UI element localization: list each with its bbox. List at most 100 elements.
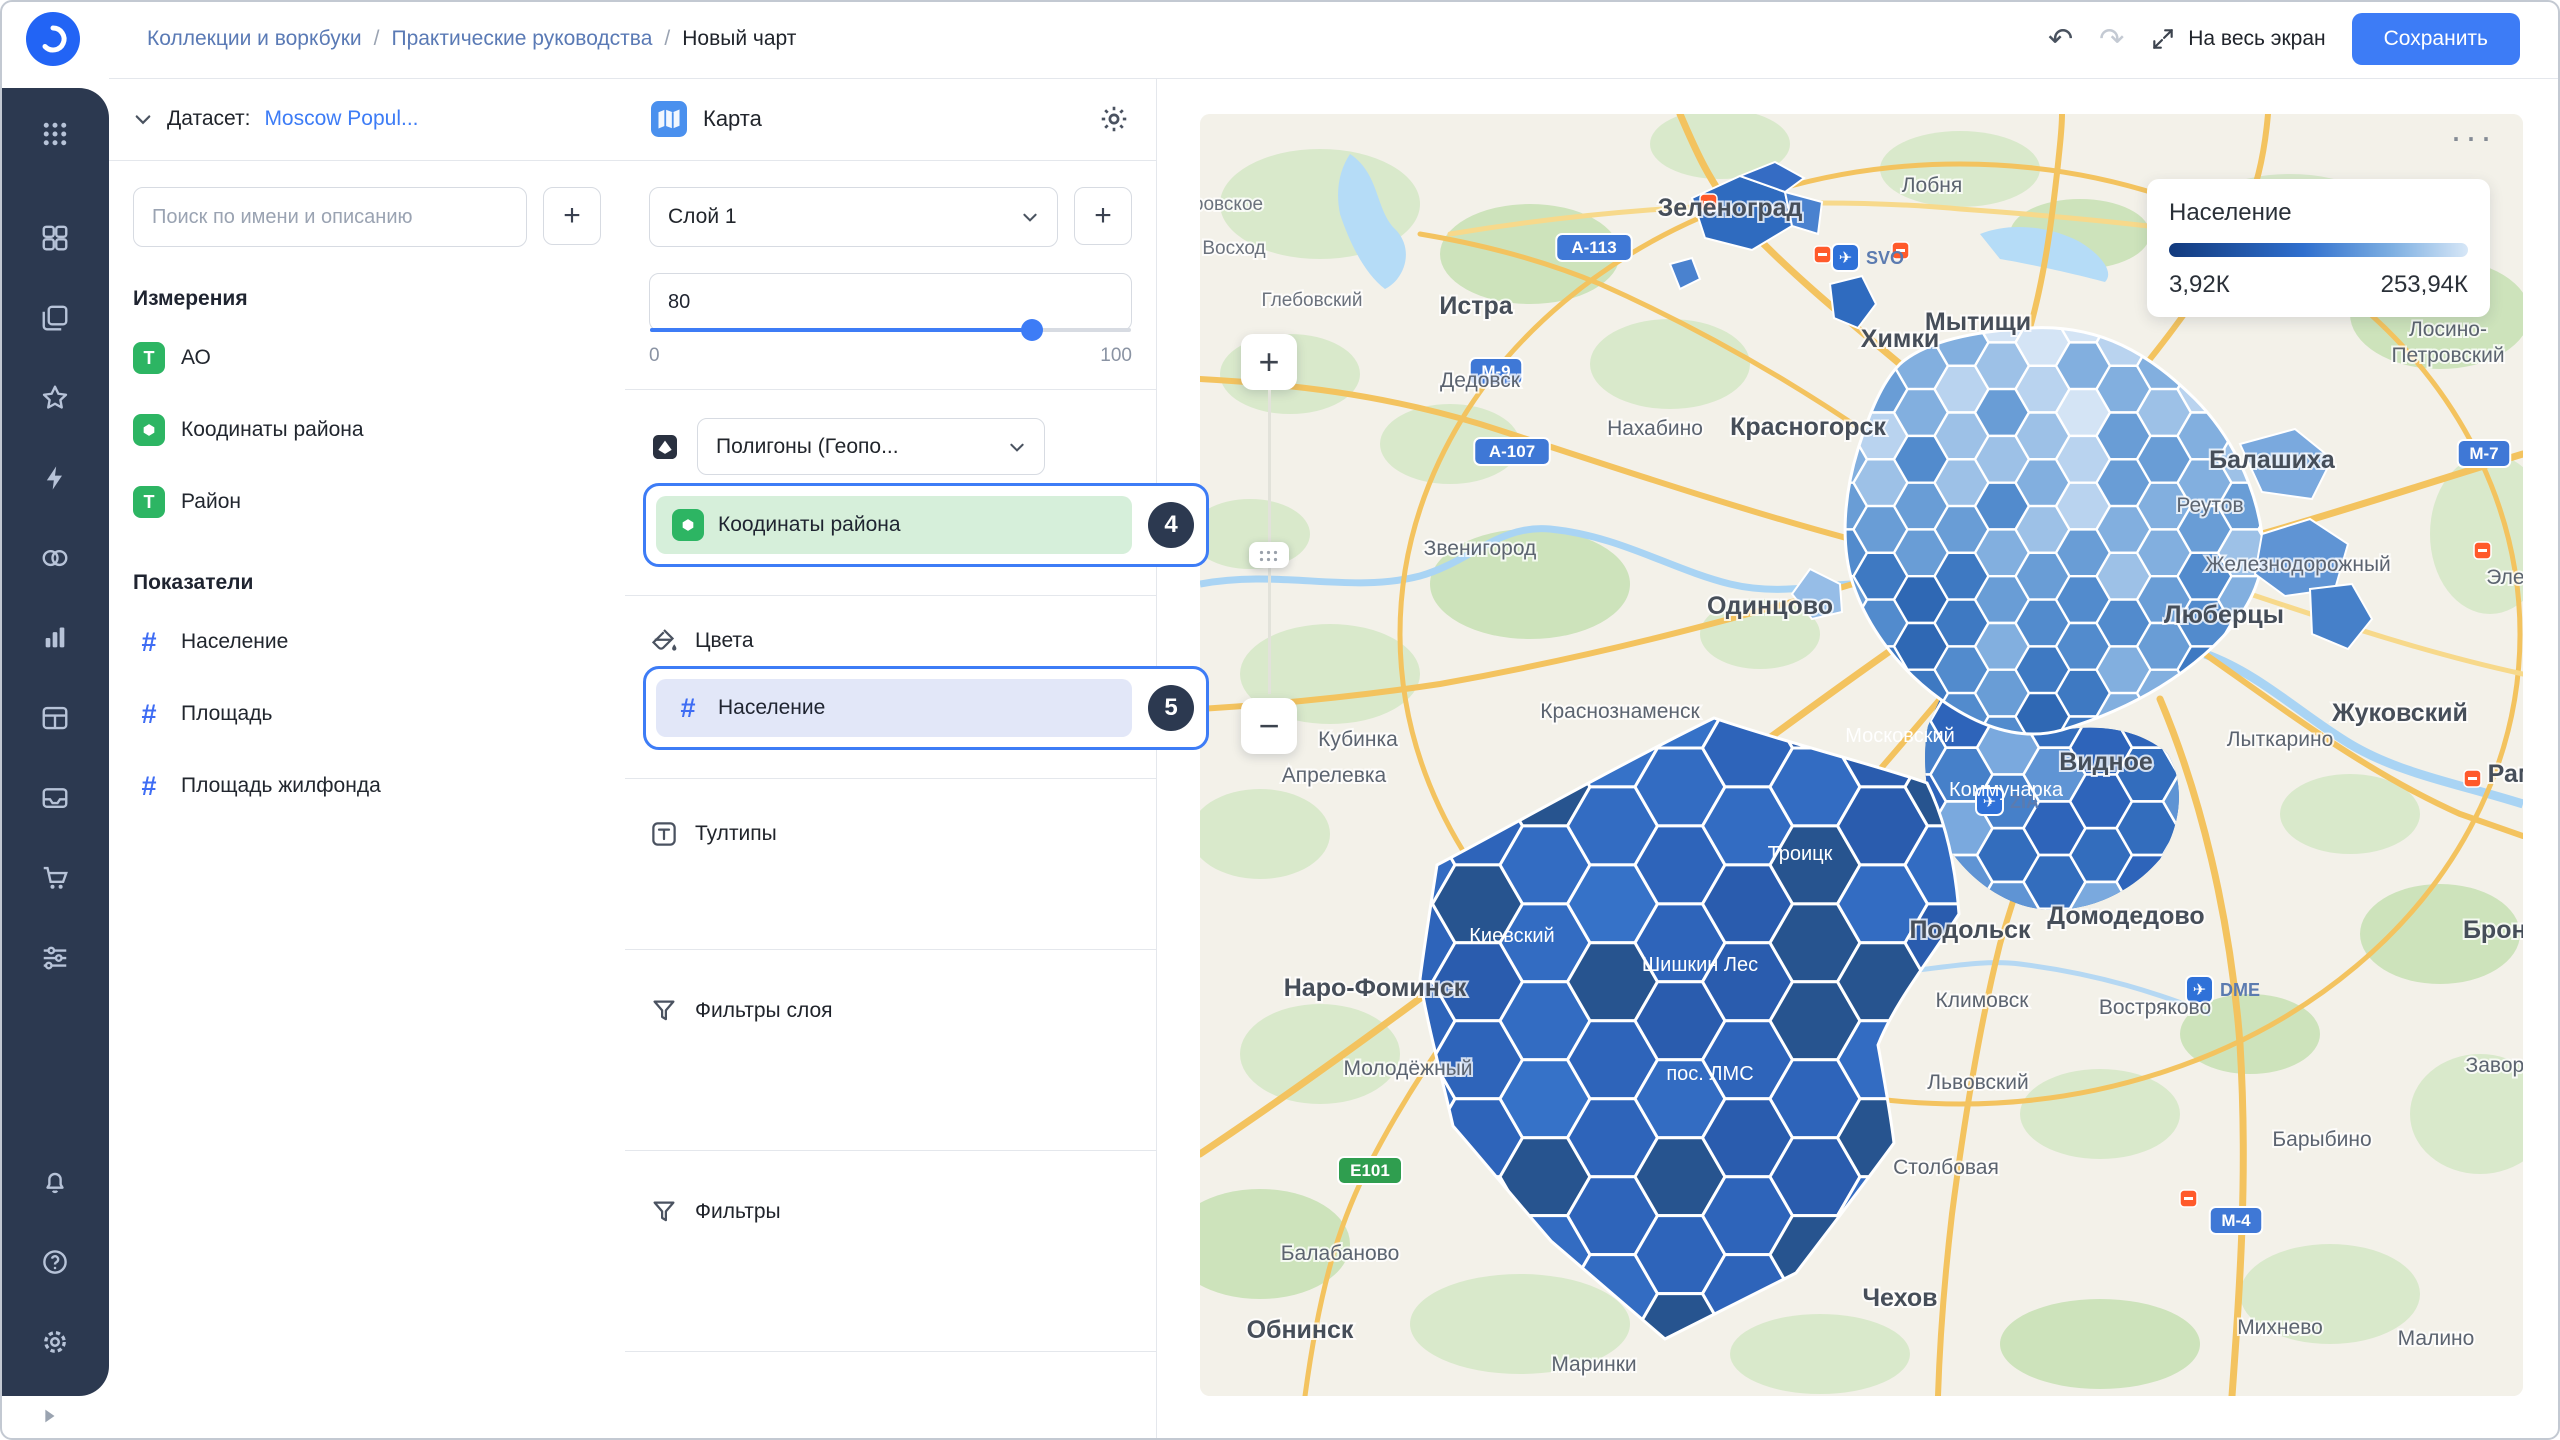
map-label: Бронни — [2463, 916, 2523, 944]
dataset-name-link[interactable]: Moscow Popul... — [264, 107, 418, 131]
notifications-bell-icon[interactable] — [27, 1154, 83, 1210]
colors-section-label: Цвета — [695, 629, 754, 653]
measure-hash-icon: # — [133, 627, 165, 658]
map-label: Люберцы — [2164, 601, 2284, 629]
opacity-slider-handle[interactable] — [1021, 319, 1043, 341]
filters-section-label: Фильтры — [695, 1200, 781, 1224]
add-layer-button[interactable]: + — [1074, 187, 1132, 245]
legend-max: 253,94К — [2381, 271, 2468, 299]
text-field-icon: Т — [133, 486, 165, 518]
connections-icon[interactable] — [27, 770, 83, 826]
map-label: Видное — [2059, 748, 2153, 776]
map-label: Востряково — [2099, 996, 2211, 1019]
breadcrumb-workbook[interactable]: Практические руководства — [391, 27, 652, 51]
geopolygon-field-icon — [133, 414, 165, 446]
services-icon[interactable] — [27, 530, 83, 586]
chevron-down-icon[interactable] — [133, 109, 153, 129]
geopolygon-field-highlight: Коодинаты района 4 — [643, 483, 1209, 567]
fullscreen-label: На весь экран — [2188, 27, 2325, 51]
gear-icon[interactable] — [27, 1314, 83, 1370]
breadcrumb: Коллекции и воркбуки / Практические руко… — [147, 27, 796, 51]
datalens-logo-icon[interactable] — [26, 12, 80, 66]
layer-select[interactable]: Слой 1 — [649, 187, 1058, 247]
add-field-button[interactable]: + — [543, 187, 601, 245]
map-label: Маринки — [1551, 1353, 1636, 1376]
map-label: Киевский — [1469, 925, 1554, 947]
map-canvas[interactable]: А-113М-9А-107М-7Е101М-4 ✈SVO✈DME✈ZIA ров… — [1200, 114, 2523, 1396]
map-label: Восход — [1202, 238, 1265, 259]
map-region: А-113М-9А-107М-7Е101М-4 ✈SVO✈DME✈ZIA ров… — [1156, 78, 2560, 1440]
chevron-down-icon — [1021, 208, 1039, 226]
dataset-header[interactable]: Датасет: Moscow Popul... — [109, 78, 625, 161]
field-row[interactable]: ТАО — [109, 329, 625, 387]
field-label: Район — [181, 490, 241, 514]
field-label: АО — [181, 346, 211, 370]
field-row[interactable]: Коодинаты района — [109, 401, 625, 459]
layer-filters-section-label: Фильтры слоя — [695, 999, 833, 1023]
colors-field-pill[interactable]: # Население — [656, 679, 1132, 737]
datasets-icon[interactable] — [27, 690, 83, 746]
save-button[interactable]: Сохранить — [2352, 13, 2520, 65]
editor-bolt-icon[interactable] — [27, 450, 83, 506]
chart-settings-gear-icon[interactable] — [1098, 103, 1130, 135]
map-label: Столбовая — [1893, 1156, 1999, 1179]
map-label: Троицк — [1768, 843, 1833, 865]
help-icon[interactable] — [27, 1234, 83, 1290]
svg-text:✈: ✈ — [1839, 250, 1852, 267]
apps-menu-icon[interactable] — [27, 106, 83, 162]
top-header: Коллекции и воркбуки / Практические руко… — [109, 0, 2560, 79]
expand-nav-icon[interactable] — [38, 1405, 60, 1432]
measure-hash-icon: # — [133, 699, 165, 730]
collections-icon[interactable] — [27, 290, 83, 346]
field-row[interactable]: #Население — [109, 613, 625, 671]
layer-filters-section-header[interactable]: Фильтры слоя — [649, 996, 1132, 1026]
tooltips-section-header[interactable]: Тултипы — [649, 819, 1132, 849]
colors-section-header[interactable]: Цвета — [649, 626, 1132, 656]
colors-field-highlight: # Население 5 — [643, 666, 1209, 750]
paint-bucket-icon — [649, 626, 679, 656]
step-badge-4: 4 — [1148, 502, 1194, 548]
map-label: Балабаново — [1281, 1242, 1400, 1265]
opacity-max-label: 100 — [1100, 345, 1132, 367]
opacity-value-box[interactable]: 80 — [649, 273, 1132, 331]
map-label: Кубинка — [1318, 728, 1398, 751]
field-row[interactable]: #Площадь — [109, 685, 625, 743]
fullscreen-button[interactable]: На весь экран — [2150, 26, 2325, 52]
marketplace-cart-icon[interactable] — [27, 850, 83, 906]
geotype-select[interactable]: Полигоны (Геопо... — [697, 418, 1045, 475]
filters-section-header[interactable]: Фильтры — [649, 1197, 1132, 1227]
map-label: Истра — [1439, 292, 1513, 320]
zoom-in-button[interactable]: + — [1241, 334, 1297, 390]
map-label: Апрелевка — [1282, 764, 1387, 787]
airport-code: DME — [2220, 980, 2260, 1000]
zoom-out-button[interactable]: − — [1241, 698, 1297, 754]
map-label: Балашиха — [2209, 446, 2336, 474]
field-row[interactable]: #Площадь жилфонда — [109, 757, 625, 815]
search-input[interactable] — [133, 187, 527, 247]
geopolygon-field-pill[interactable]: Коодинаты района — [656, 496, 1132, 554]
dataset-panel: Датасет: Moscow Popul... + ИзмеренияТАОК… — [109, 78, 626, 1440]
map-label: Мытищи — [1925, 308, 2031, 336]
map-label: ровское — [1200, 194, 1263, 215]
map-label: Барыбино — [2272, 1128, 2371, 1151]
undo-icon[interactable]: ↶ — [2048, 22, 2073, 57]
expand-icon — [2150, 26, 2176, 52]
geopolygon-field-label: Коодинаты района — [718, 513, 901, 537]
svg-text:М-7: М-7 — [2469, 444, 2498, 463]
geotype-select-value: Полигоны (Геопо... — [716, 435, 899, 459]
dashboards-icon[interactable] — [27, 210, 83, 266]
svg-text:М-4: М-4 — [2221, 1211, 2251, 1230]
charts-icon[interactable] — [27, 610, 83, 666]
favorites-icon[interactable] — [27, 370, 83, 426]
breadcrumb-collections[interactable]: Коллекции и воркбуки — [147, 27, 362, 51]
redo-icon[interactable]: ↷ — [2099, 22, 2124, 57]
map-menu-icon[interactable]: ··· — [2450, 116, 2495, 158]
map-label: Обнинск — [1247, 1316, 1354, 1344]
polygon-layer-icon — [649, 431, 681, 463]
group-title: Измерения — [133, 287, 625, 311]
settings-sliders-icon[interactable] — [27, 930, 83, 986]
zoom-slider-handle[interactable] — [1249, 542, 1289, 568]
layer-select-value: Слой 1 — [668, 205, 737, 229]
field-row[interactable]: Т Район — [109, 473, 625, 531]
opacity-slider-fill — [650, 328, 1032, 332]
